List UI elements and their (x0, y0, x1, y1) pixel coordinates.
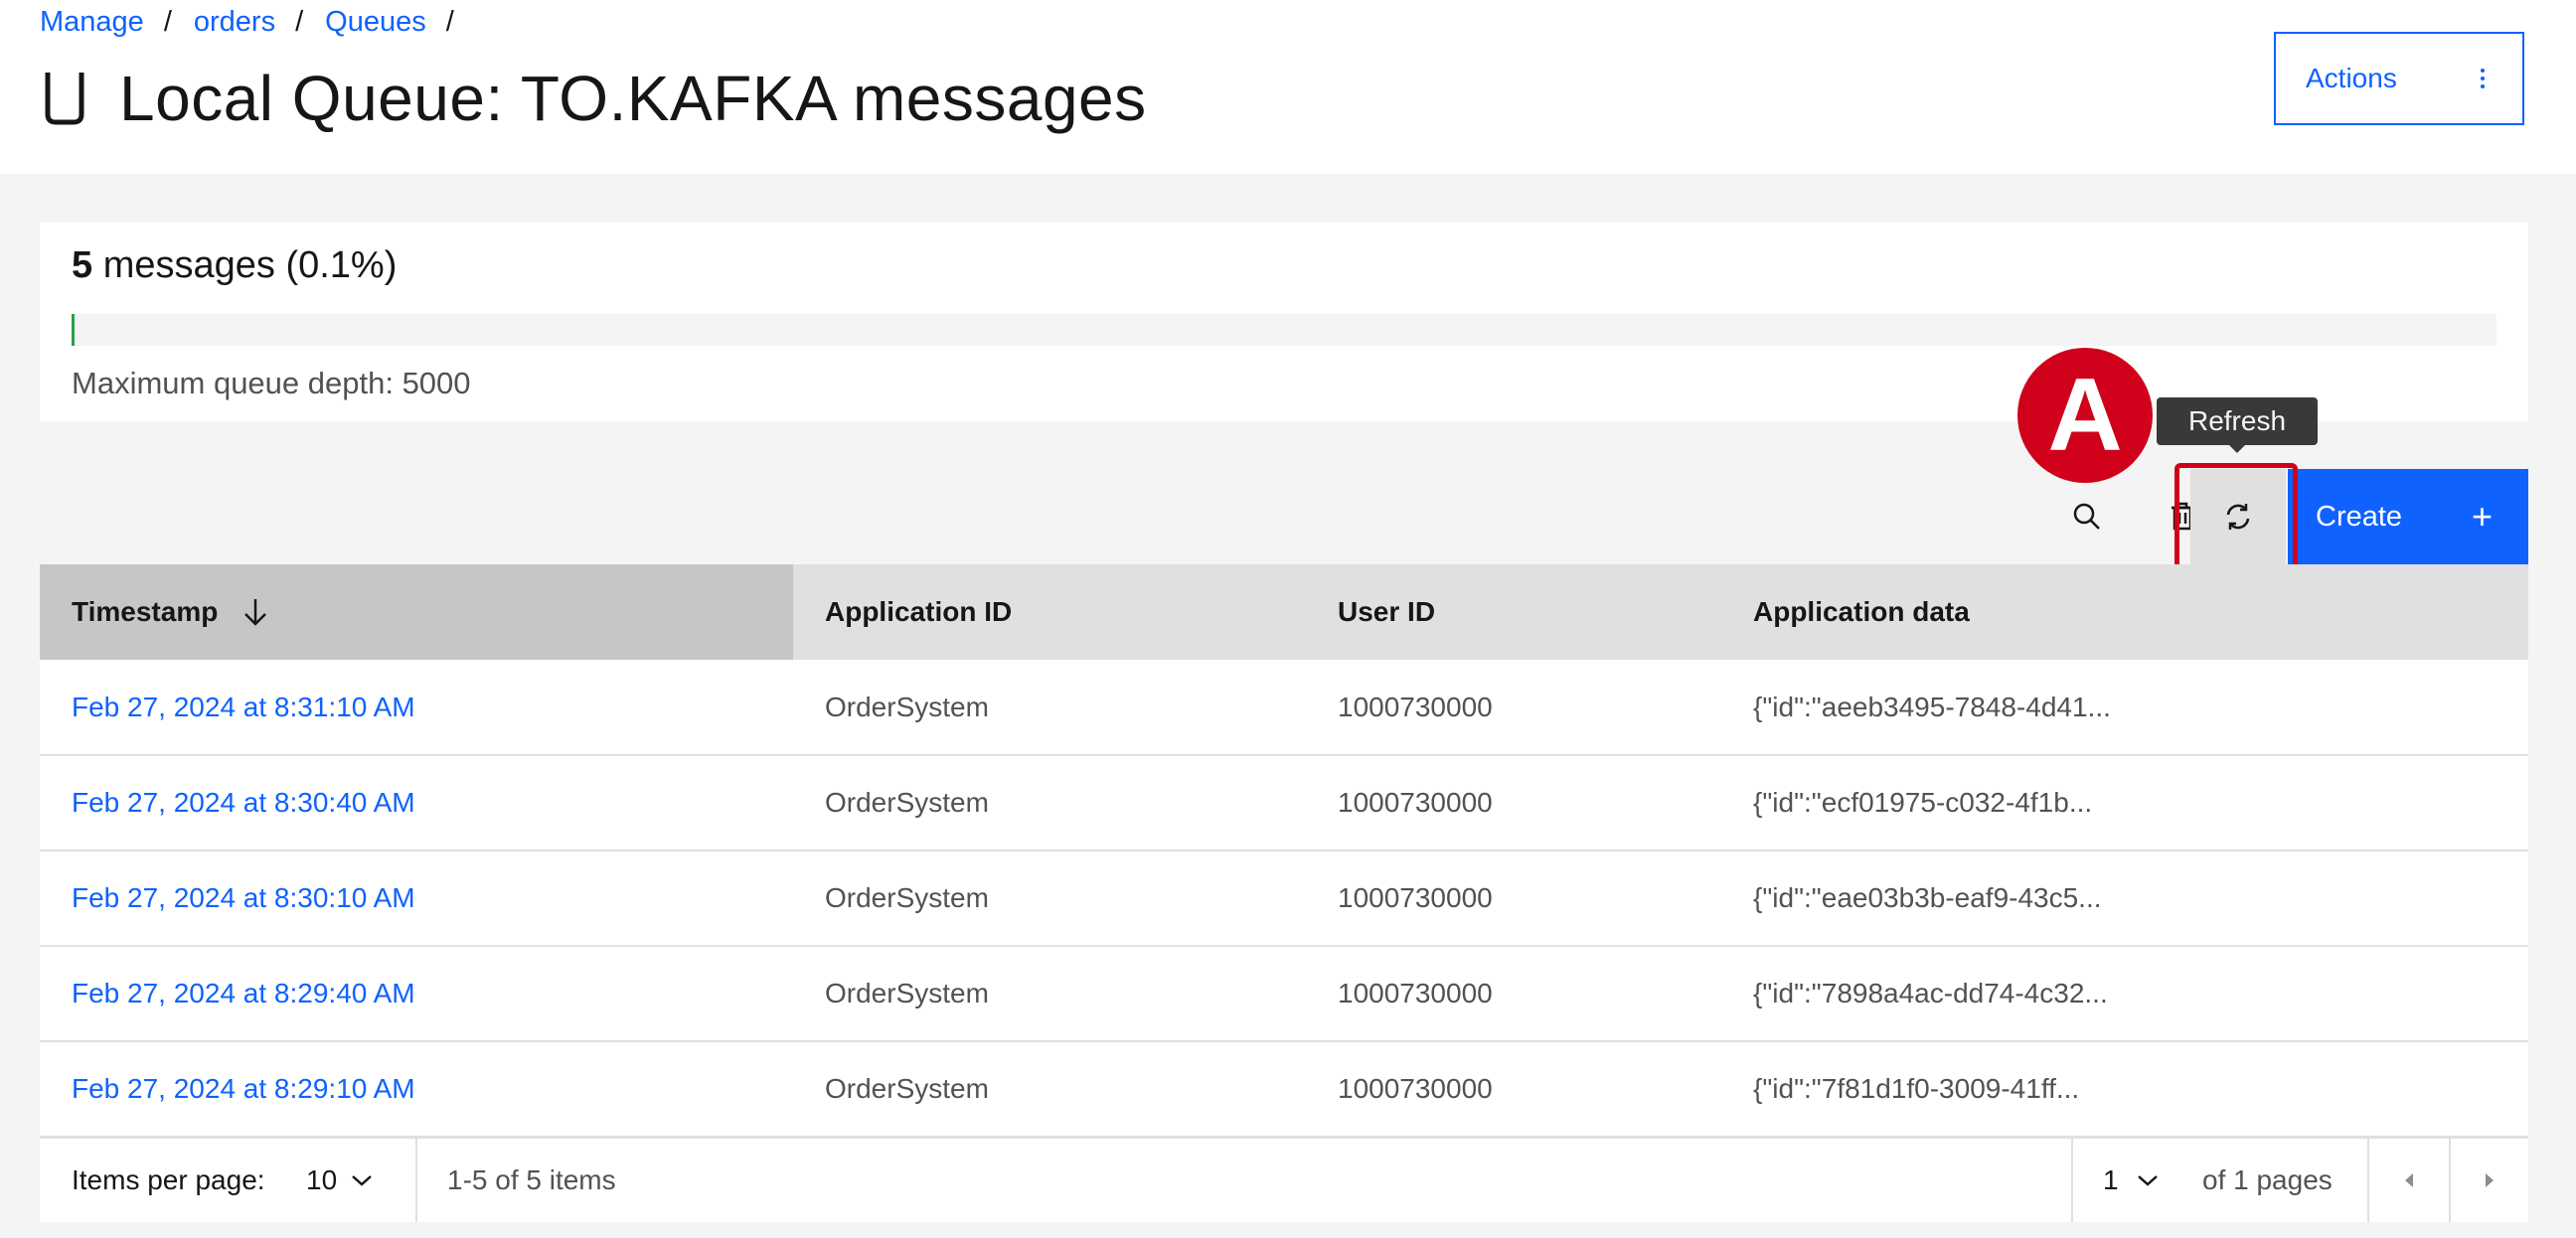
table-header-row: Timestamp Application ID User ID Applica… (40, 564, 2528, 660)
queue-depth-bar (72, 314, 2496, 346)
application-id-cell: OrderSystem (793, 1041, 1306, 1138)
user-id-cell: 1000730000 (1306, 1041, 1721, 1138)
breadcrumb-separator: / (445, 6, 454, 38)
page-select[interactable]: 1 (2103, 1139, 2159, 1222)
caret-left-icon (2405, 1173, 2413, 1187)
current-page: 1 (2103, 1164, 2119, 1195)
breadcrumb-queues[interactable]: Queues (325, 6, 426, 39)
table-row: Feb 27, 2024 at 8:31:10 AM OrderSystem 1… (40, 660, 2528, 756)
table-row: Feb 27, 2024 at 8:29:40 AM OrderSystem 1… (40, 946, 2528, 1042)
timestamp-cell: Feb 27, 2024 at 8:29:40 AM (40, 946, 793, 1042)
table-row: Feb 27, 2024 at 8:29:10 AM OrderSystem 1… (40, 1041, 2528, 1138)
timestamp-cell: Feb 27, 2024 at 8:30:40 AM (40, 755, 793, 851)
message-link[interactable]: Feb 27, 2024 at 8:29:40 AM (72, 978, 415, 1008)
breadcrumb-separator: / (295, 6, 304, 38)
column-header-application-data[interactable]: Application data (1721, 564, 2528, 660)
refresh-tooltip: Refresh (2157, 397, 2318, 453)
table-toolbar: Create + (40, 469, 2528, 564)
pagination: Items per page: 10 1-5 of 5 items 1 of 1… (40, 1137, 2528, 1222)
column-header-user-id[interactable]: User ID (1306, 564, 1721, 660)
message-link[interactable]: Feb 27, 2024 at 8:31:10 AM (72, 692, 415, 722)
application-data-cell: {"id":"aeeb3495-7848-4d41... (1721, 660, 2528, 756)
column-header-application-id[interactable]: Application ID (793, 564, 1306, 660)
message-link[interactable]: Feb 27, 2024 at 8:29:10 AM (72, 1073, 415, 1104)
caret-right-icon (2486, 1173, 2494, 1187)
timestamp-cell: Feb 27, 2024 at 8:30:10 AM (40, 851, 793, 947)
message-link[interactable]: Feb 27, 2024 at 8:30:40 AM (72, 787, 415, 818)
items-per-page-select[interactable]: 10 (306, 1139, 373, 1222)
search-icon (2073, 503, 2100, 530)
user-id-cell: 1000730000 (1306, 660, 1721, 756)
breadcrumb-orders[interactable]: orders (194, 6, 275, 39)
message-count: 5 (72, 244, 93, 286)
application-data-cell: {"id":"eae03b3b-eaf9-43c5... (1721, 851, 2528, 947)
application-id-cell: OrderSystem (793, 660, 1306, 756)
application-data-cell: {"id":"7f81d1f0-3009-41ff... (1721, 1041, 2528, 1138)
chevron-down-icon (2137, 1175, 2158, 1186)
user-id-cell: 1000730000 (1306, 946, 1721, 1042)
message-link[interactable]: Feb 27, 2024 at 8:30:10 AM (72, 882, 415, 913)
breadcrumb-separator: / (163, 6, 172, 38)
create-button[interactable]: Create + (2288, 469, 2528, 564)
overflow-menu-icon (2481, 69, 2485, 88)
user-id-cell: 1000730000 (1306, 755, 1721, 851)
divider (2071, 1139, 2073, 1222)
application-id-cell: OrderSystem (793, 755, 1306, 851)
divider (415, 1139, 417, 1222)
application-id-cell: OrderSystem (793, 946, 1306, 1042)
table-row: Feb 27, 2024 at 8:30:40 AM OrderSystem 1… (40, 755, 2528, 851)
queue-depth-summary: 5 messages (0.1%) (72, 244, 397, 287)
create-label: Create (2316, 500, 2403, 533)
actions-label: Actions (2306, 63, 2397, 93)
timestamp-cell: Feb 27, 2024 at 8:31:10 AM (40, 660, 793, 756)
plus-icon: + (2471, 496, 2493, 537)
actions-button[interactable]: Actions (2274, 32, 2524, 125)
annotation-marker: A (2017, 348, 2153, 483)
queue-depth-fill (72, 314, 75, 346)
breadcrumb-manage[interactable]: Manage (40, 6, 144, 39)
queue-depth-card: 5 messages (0.1%) Maximum queue depth: 5… (40, 223, 2528, 421)
application-data-cell: {"id":"ecf01975-c032-4f1b... (1721, 755, 2528, 851)
next-page-button[interactable] (2451, 1139, 2528, 1222)
items-per-page-label: Items per page: (72, 1164, 265, 1195)
total-pages: of 1 pages (2202, 1164, 2333, 1195)
column-label: Timestamp (72, 596, 219, 627)
chevron-down-icon (352, 1175, 372, 1186)
column-header-timestamp[interactable]: Timestamp (40, 564, 793, 660)
page-header: Manage / orders / Queues / Local Queue: … (0, 0, 2576, 174)
breadcrumb: Manage / orders / Queues / (40, 6, 476, 39)
user-id-cell: 1000730000 (1306, 851, 1721, 947)
items-range: 1-5 of 5 items (447, 1164, 616, 1195)
title-row: Local Queue: TO.KAFKA messages (40, 62, 1147, 135)
page-title: Local Queue: TO.KAFKA messages (119, 63, 1147, 134)
timestamp-cell: Feb 27, 2024 at 8:29:10 AM (40, 1041, 793, 1138)
items-per-page-value: 10 (306, 1164, 338, 1195)
max-queue-depth: Maximum queue depth: 5000 (72, 366, 471, 400)
previous-page-button[interactable] (2369, 1139, 2449, 1222)
annotation-highlight (2174, 463, 2298, 570)
queue-icon (45, 73, 84, 125)
application-data-cell: {"id":"7898a4ac-dd74-4c32... (1721, 946, 2528, 1042)
messages-table: Timestamp Application ID User ID Applica… (40, 564, 2528, 1138)
search-button[interactable] (2039, 469, 2135, 564)
table-row: Feb 27, 2024 at 8:30:10 AM OrderSystem 1… (40, 851, 2528, 947)
arrow-down-icon (244, 599, 267, 626)
message-count-label: messages (0.1%) (102, 244, 398, 286)
application-id-cell: OrderSystem (793, 851, 1306, 947)
